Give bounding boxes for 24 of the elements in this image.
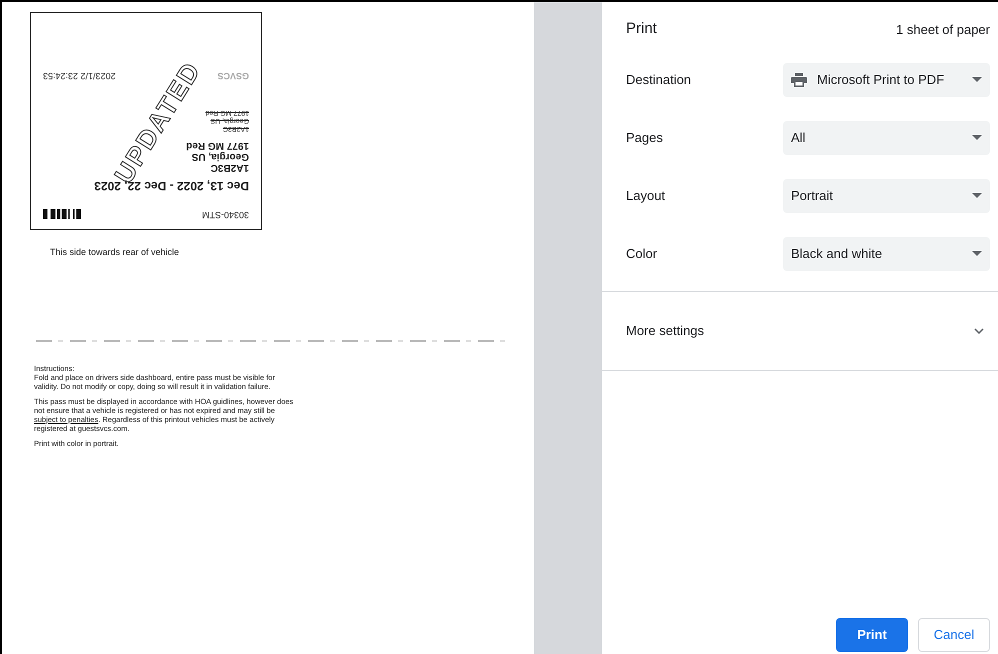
dialog-title: Print	[626, 19, 657, 39]
setting-label: Color	[626, 244, 658, 263]
timestamp: 2023/1/2 23:24:53	[43, 72, 116, 82]
setting-dropdown[interactable]: All	[783, 120, 990, 154]
setting-dropdown[interactable]: Portrait	[783, 178, 990, 212]
side-note: This side towards rear of vehicle	[50, 246, 180, 259]
more-settings-toggle[interactable]: More settings	[602, 292, 998, 370]
sheet-count: 1 sheet of paper	[896, 20, 990, 39]
printer-icon	[791, 72, 807, 86]
pass-id: 30340-STM	[202, 209, 249, 221]
dropdown-caret-icon	[972, 251, 982, 256]
barcode-icon	[43, 209, 82, 220]
issuer-name: GSVCS	[217, 70, 249, 82]
print-button[interactable]: Print	[836, 618, 908, 652]
dropdown-caret-icon	[972, 193, 982, 198]
dropdown-caret-icon	[972, 77, 982, 82]
dropdown-caret-icon	[972, 135, 982, 140]
cancel-button[interactable]: Cancel	[918, 618, 990, 652]
chevron-icon	[974, 328, 984, 334]
setting-label: Layout	[626, 186, 666, 205]
setting-label: Destination	[626, 70, 692, 89]
setting-label: Pages	[626, 128, 664, 147]
setting-dropdown[interactable]: Black and white	[783, 236, 990, 270]
setting-dropdown[interactable]: Microsoft Print to PDF	[783, 62, 990, 96]
